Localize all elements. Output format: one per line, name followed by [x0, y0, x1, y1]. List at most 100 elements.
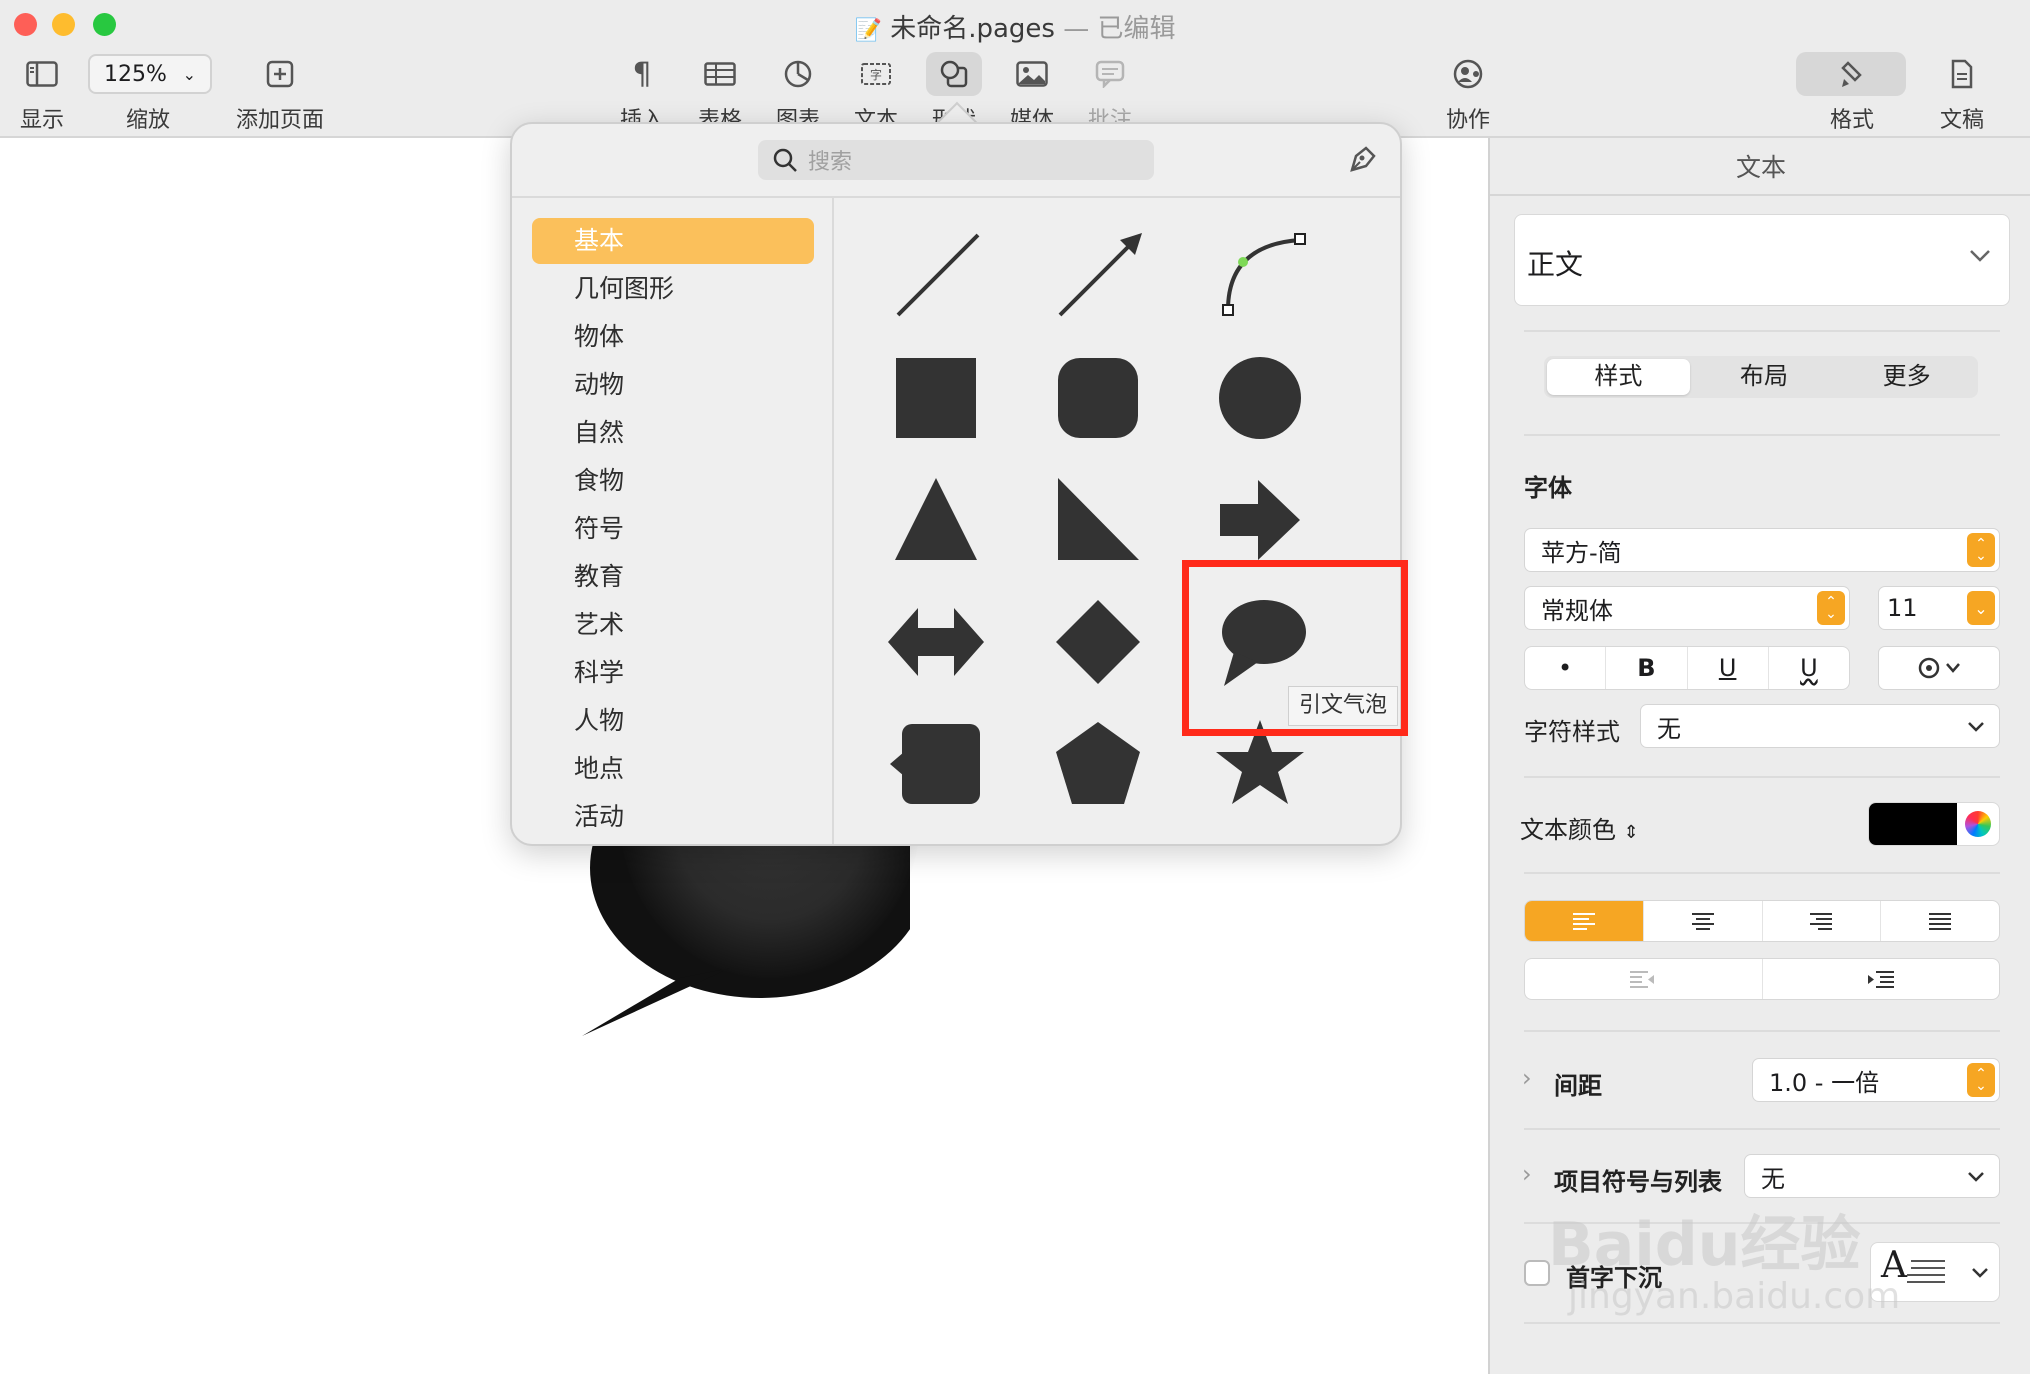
char-style-select[interactable]: 无	[1640, 704, 2000, 748]
text-style-buttons: • B U U	[1524, 646, 1850, 690]
pen-icon[interactable]	[1346, 144, 1378, 176]
format-button[interactable]: 格式	[1822, 50, 1882, 134]
bullets-value: 无	[1761, 1164, 1785, 1193]
display-label: 显示	[19, 108, 64, 133]
text-color-label-text: 文本颜色	[1520, 816, 1616, 844]
color-wheel-icon[interactable]	[1965, 811, 1991, 837]
bullets-label: 项目符号与列表	[1554, 1168, 1722, 1196]
category-item[interactable]: 物体	[532, 314, 814, 360]
shape-arrow-line[interactable]	[1038, 220, 1158, 330]
shape-callout-square[interactable]	[876, 708, 996, 818]
inspector-tabs: 样式 布局 更多	[1544, 356, 1978, 398]
alignment-buttons	[1524, 900, 2000, 942]
increase-indent-button[interactable]	[1763, 959, 2000, 999]
bullets-disclosure-icon[interactable]: ›	[1522, 1160, 1532, 1188]
right-triangle-icon	[1058, 478, 1139, 560]
section-divider	[1524, 330, 2000, 332]
shape-curve[interactable]	[1200, 220, 1320, 330]
callout-square-icon	[890, 724, 980, 804]
text-color-well[interactable]	[1868, 802, 2000, 846]
inspector-divider	[1490, 194, 2030, 196]
category-item[interactable]: 教育	[532, 554, 814, 600]
category-item[interactable]: 地点	[532, 746, 814, 792]
category-item[interactable]: 符号	[532, 506, 814, 552]
zoom-select[interactable]: 125% ⌄	[88, 54, 212, 94]
collaborate-button[interactable]: 协作	[1438, 50, 1498, 134]
paintbrush-icon	[1841, 61, 1862, 87]
document-button[interactable]: 文稿	[1932, 50, 1992, 134]
format-inspector: 文本 正文 样式 布局 更多 字体 苹方-简 ⌃ ⌄ 常规体 ⌃ ⌄ 11 ⌄ • …	[1488, 138, 2030, 1374]
justify-icon	[1929, 913, 1952, 930]
category-item[interactable]: 基本	[532, 218, 814, 264]
pie-chart-icon	[784, 60, 812, 88]
shape-square[interactable]	[876, 342, 996, 452]
shape-circle[interactable]	[1200, 342, 1320, 452]
dropcap-checkbox[interactable]	[1524, 1260, 1550, 1286]
chevron-down-icon	[1972, 1268, 1988, 1278]
double-underline-button[interactable]: U	[1769, 647, 1849, 689]
tab-layout[interactable]: 布局	[1693, 356, 1836, 398]
bold-button[interactable]: B	[1606, 647, 1688, 689]
underline-button[interactable]: U	[1688, 647, 1769, 689]
text-effects-button[interactable]	[1878, 646, 2000, 690]
font-size-field[interactable]: 11 ⌄	[1878, 586, 2000, 630]
sidebar-icon	[26, 61, 58, 87]
tab-style[interactable]: 样式	[1547, 359, 1690, 395]
text-color-label[interactable]: 文本颜色 ⇕	[1520, 810, 1639, 845]
category-item[interactable]: 科学	[532, 650, 814, 696]
category-item[interactable]: 食物	[532, 458, 814, 504]
category-divider	[832, 198, 834, 844]
rounded-square-icon	[1058, 358, 1138, 438]
triangle-icon	[895, 478, 977, 560]
add-page-button[interactable]: 添加页面	[230, 50, 330, 134]
decrease-indent-button[interactable]	[1525, 959, 1763, 999]
font-section-title: 字体	[1524, 474, 1572, 502]
justify-button[interactable]	[1881, 901, 1999, 941]
shape-triangle[interactable]	[876, 464, 996, 574]
font-weight-select[interactable]: 常规体 ⌃ ⌄	[1524, 586, 1850, 630]
align-right-button[interactable]	[1763, 901, 1882, 941]
category-item[interactable]: 自然	[532, 410, 814, 456]
collaborate-label: 协作	[1445, 108, 1490, 133]
spacing-label: 间距	[1554, 1072, 1602, 1100]
paragraph-icon: ¶	[632, 56, 652, 92]
align-left-icon	[1572, 913, 1595, 930]
svg-text:字: 字	[870, 67, 882, 82]
photo-icon	[1016, 61, 1048, 87]
align-center-button[interactable]	[1644, 901, 1763, 941]
category-item[interactable]: 艺术	[532, 602, 814, 648]
shape-double-arrow[interactable]	[876, 586, 996, 696]
font-family-select[interactable]: 苹方-简 ⌃ ⌄	[1524, 528, 2000, 572]
shape-diamond[interactable]	[1038, 586, 1158, 696]
shape-pentagon[interactable]	[1038, 708, 1158, 818]
shape-rounded-square[interactable]	[1038, 342, 1158, 452]
up-down-chevron-icon: ⇕	[1623, 822, 1639, 843]
more-styles-button[interactable]: •	[1525, 647, 1607, 689]
shape-line[interactable]	[876, 220, 996, 330]
title-separator: —	[1063, 14, 1090, 44]
shape-search-input[interactable]: 搜索	[758, 140, 1154, 180]
bullets-select[interactable]: 无	[1744, 1154, 2000, 1198]
diamond-icon	[1056, 600, 1140, 684]
tab-more[interactable]: 更多	[1835, 356, 1978, 398]
gear-icon	[1918, 657, 1960, 679]
shapes-icon	[940, 60, 968, 88]
font-size-stepper-icon: ⌄	[1967, 591, 1995, 625]
category-item[interactable]: 人物	[532, 698, 814, 744]
align-left-button[interactable]	[1525, 901, 1644, 941]
section-divider	[1524, 872, 2000, 874]
category-item[interactable]: 几何图形	[532, 266, 814, 312]
shape-right-triangle[interactable]	[1038, 464, 1158, 574]
paragraph-style-selector[interactable]: 正文	[1514, 214, 2010, 306]
inspector-title: 文本	[1735, 153, 1786, 182]
add-page-label: 添加页面	[235, 108, 324, 133]
display-button[interactable]: 显示	[12, 50, 72, 134]
spacing-select[interactable]: 1.0 - 一倍 ⌃ ⌄	[1752, 1058, 2000, 1102]
category-item[interactable]: 活动	[532, 794, 814, 840]
spacing-disclosure-icon[interactable]: ›	[1522, 1064, 1532, 1092]
paragraph-style-value: 正文	[1527, 248, 1584, 281]
toolbar: 📝 未命名.pages — 已编辑 显示 125% ⌄ 缩放 添加页面 ¶ 插入…	[0, 0, 2030, 138]
shape-arrow[interactable]	[1200, 464, 1320, 574]
category-item[interactable]: 动物	[532, 362, 814, 408]
arrow-icon	[1220, 480, 1300, 560]
